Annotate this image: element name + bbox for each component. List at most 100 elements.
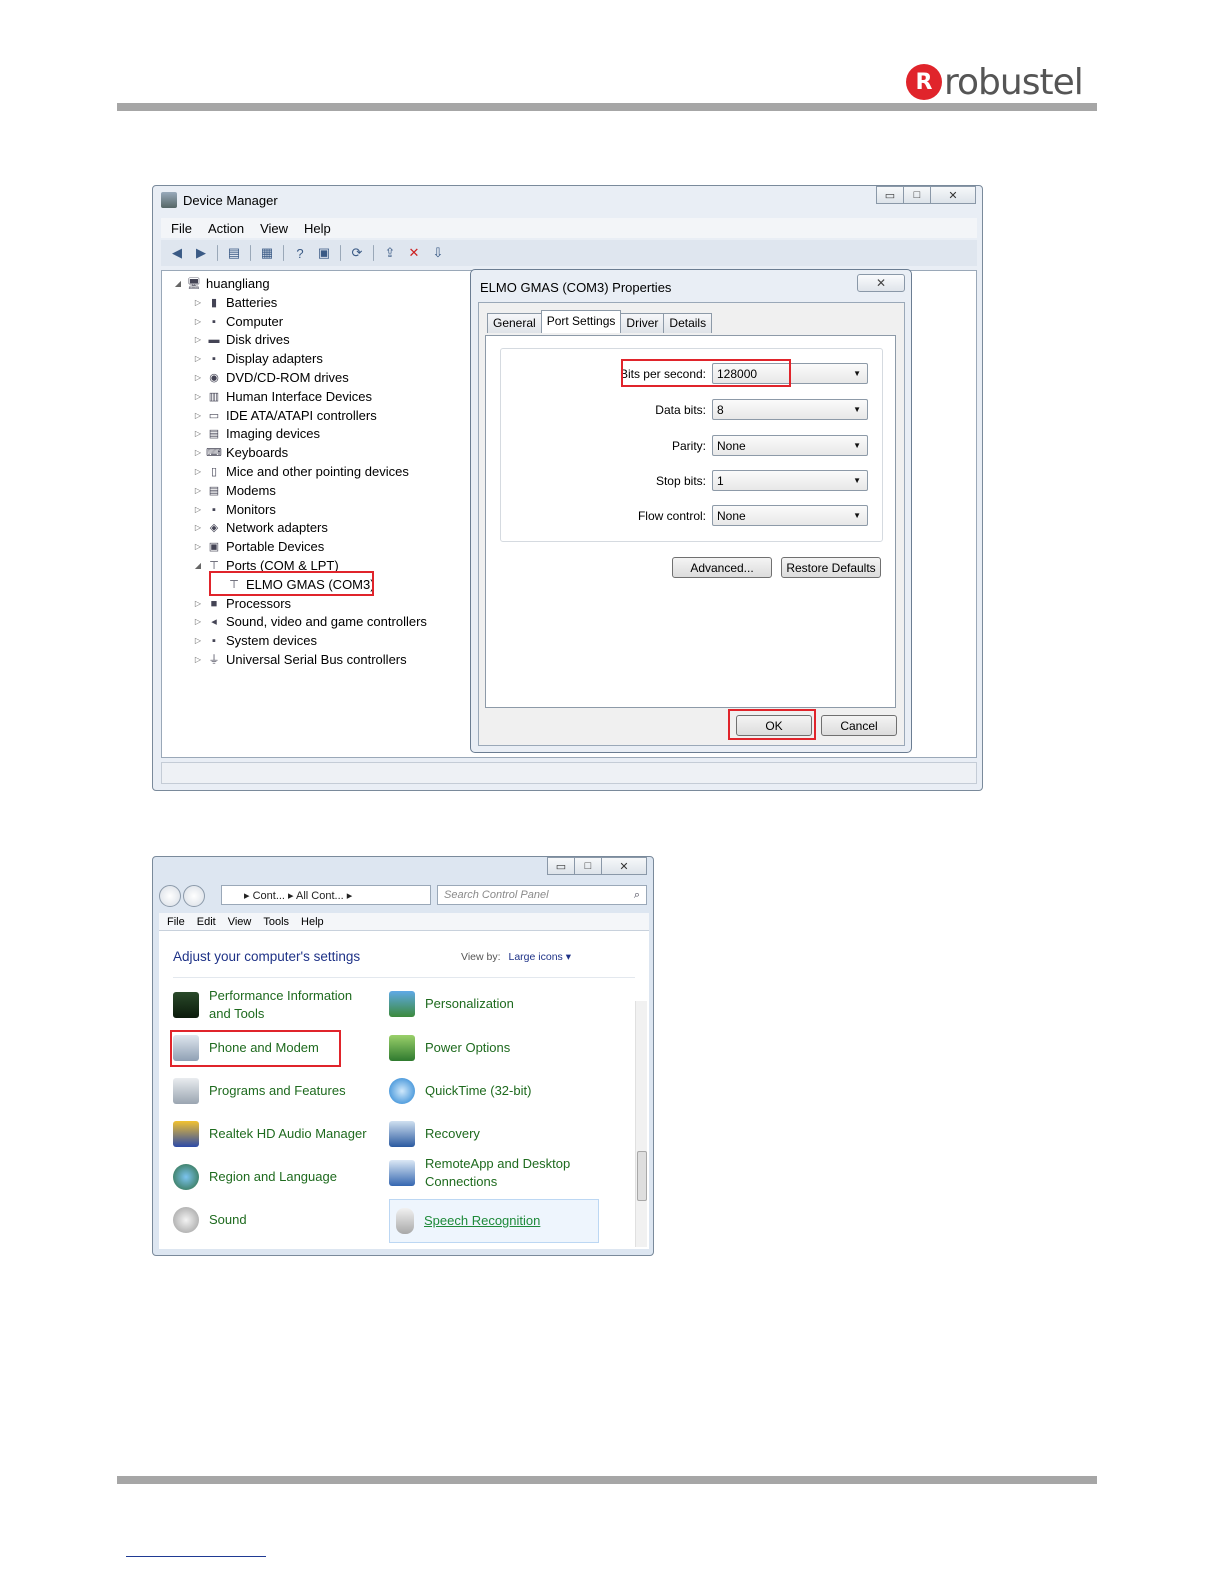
collapsed-arrow-icon[interactable]: ▷ (192, 425, 204, 444)
tree-item[interactable]: ▷ ▤ Modems (172, 482, 427, 501)
action-pane-icon[interactable]: ▣ (315, 245, 333, 261)
help-icon[interactable]: ? (291, 245, 309, 261)
item-quicktime[interactable]: QuickTime (32-bit) (389, 1078, 531, 1104)
tree-item[interactable]: ▷ ▤ Imaging devices (172, 425, 427, 444)
keyboard-icon: ⌨ (206, 447, 222, 460)
item-programs[interactable]: Programs and Features (173, 1078, 346, 1104)
parity-select[interactable]: None ▼ (712, 435, 868, 456)
item-performance[interactable]: Performance Information and Tools (173, 987, 373, 1023)
tree-item[interactable]: ▷ ▪ Monitors (172, 501, 427, 520)
menu-file[interactable]: File (167, 916, 185, 928)
item-speech-recognition[interactable]: Speech Recognition (389, 1199, 599, 1243)
collapsed-arrow-icon[interactable]: ▷ (192, 407, 204, 426)
back-button[interactable] (159, 885, 181, 907)
data-bits-select[interactable]: 8 ▼ (712, 399, 868, 420)
footer-rule (117, 1476, 1097, 1484)
collapsed-arrow-icon[interactable]: ▷ (192, 519, 204, 538)
tab-port-settings[interactable]: Port Settings (540, 310, 622, 333)
minimize-button[interactable]: ▭ (876, 186, 904, 204)
collapsed-arrow-icon[interactable]: ▷ (192, 501, 204, 520)
tab-general[interactable]: General (487, 313, 542, 333)
tree-item[interactable]: ▷ ◉ DVD/CD-ROM drives (172, 369, 427, 388)
collapsed-arrow-icon[interactable]: ▷ (192, 463, 204, 482)
item-sound[interactable]: Sound (173, 1207, 247, 1233)
collapsed-arrow-icon[interactable]: ▷ (192, 651, 204, 670)
imaging-device-icon: ▤ (208, 428, 220, 441)
maximize-button[interactable]: □ (903, 186, 931, 204)
expanded-arrow-icon[interactable]: ◢ (192, 557, 204, 576)
show-hide-tree-icon[interactable]: ▤ (225, 245, 243, 261)
tab-driver[interactable]: Driver (620, 313, 665, 333)
view-by-dropdown[interactable]: Large icons ▾ (509, 951, 571, 963)
item-region[interactable]: Region and Language (173, 1164, 337, 1190)
collapsed-arrow-icon[interactable]: ▷ (192, 294, 204, 313)
tree-item[interactable]: ▷ ▣ Portable Devices (172, 538, 427, 557)
item-realtek[interactable]: Realtek HD Audio Manager (173, 1121, 367, 1147)
collapsed-arrow-icon[interactable]: ▷ (192, 388, 204, 407)
menu-view[interactable]: View (260, 221, 288, 236)
highlight-elmo-gmas (209, 571, 374, 596)
search-input[interactable]: Search Control Panel ⌕ (437, 885, 647, 905)
tree-item[interactable]: ▷ ▬ Disk drives (172, 331, 427, 350)
forward-button[interactable] (183, 885, 205, 907)
menu-help[interactable]: Help (301, 916, 324, 928)
tree-item[interactable]: ▷ ▪ Display adapters (172, 350, 427, 369)
tree-item[interactable]: ▷ ▥ Human Interface Devices (172, 388, 427, 407)
forward-icon[interactable]: ▶ (192, 245, 210, 261)
collapsed-arrow-icon[interactable]: ▷ (192, 595, 204, 614)
tab-details[interactable]: Details (663, 313, 713, 333)
collapsed-arrow-icon[interactable]: ▷ (192, 482, 204, 501)
breadcrumb[interactable]: ▸ Cont... ▸ All Cont... ▸ (221, 885, 431, 905)
update-driver-icon[interactable]: ⇪ (381, 245, 399, 261)
scan-hardware-icon[interactable]: ⟳ (348, 245, 366, 261)
tree-item[interactable]: ▷ ▮ Batteries (172, 294, 427, 313)
menu-tools[interactable]: Tools (263, 916, 289, 928)
disable-icon[interactable]: ⇩ (429, 245, 447, 261)
menu-action[interactable]: Action (208, 221, 244, 236)
collapsed-arrow-icon[interactable]: ▷ (192, 444, 204, 463)
minimize-button[interactable]: ▭ (547, 857, 575, 875)
item-power-options[interactable]: Power Options (389, 1035, 510, 1061)
expanded-arrow-icon[interactable]: ◢ (172, 275, 184, 294)
collapsed-arrow-icon[interactable]: ▷ (192, 369, 204, 388)
item-recovery[interactable]: Recovery (389, 1121, 480, 1147)
tree-item[interactable]: ▷ ▪ Computer (172, 313, 427, 332)
advanced-button[interactable]: Advanced... (672, 557, 772, 578)
collapsed-arrow-icon[interactable]: ▷ (192, 313, 204, 332)
menu-view[interactable]: View (228, 916, 252, 928)
scrollbar[interactable] (635, 1001, 647, 1247)
tree-item[interactable]: ▷ ■ Processors (172, 595, 427, 614)
item-remoteapp[interactable]: RemoteApp and Desktop Connections (389, 1155, 579, 1191)
tree-item[interactable]: ▷ ◈ Network adapters (172, 519, 427, 538)
collapsed-arrow-icon[interactable]: ▷ (192, 538, 204, 557)
collapsed-arrow-icon[interactable]: ▷ (192, 632, 204, 651)
collapsed-arrow-icon[interactable]: ▷ (192, 350, 204, 369)
tree-item[interactable]: ▷ ⌨ Keyboards (172, 444, 427, 463)
menu-file[interactable]: File (171, 221, 192, 236)
stop-bits-select[interactable]: 1 ▼ (712, 470, 868, 491)
close-icon[interactable]: ✕ (857, 274, 905, 292)
properties-icon[interactable]: ▦ (258, 245, 276, 261)
tree-item[interactable]: ▷ ◂ Sound, video and game controllers (172, 613, 427, 632)
close-button[interactable]: ✕ (930, 186, 976, 204)
item-personalization[interactable]: Personalization (389, 991, 514, 1017)
tree-item[interactable]: ▷ ▭ IDE ATA/ATAPI controllers (172, 407, 427, 426)
cancel-button[interactable]: Cancel (821, 715, 897, 736)
collapsed-arrow-icon[interactable]: ▷ (192, 331, 204, 350)
audio-manager-icon (173, 1121, 199, 1147)
tree-item[interactable]: ▷ ⏚ Universal Serial Bus controllers (172, 651, 427, 670)
menu-edit[interactable]: Edit (197, 916, 216, 928)
collapsed-arrow-icon[interactable]: ▷ (192, 613, 204, 632)
tree-root[interactable]: ◢ 🖥 huangliang (172, 275, 427, 294)
tree-item[interactable]: ▷ ▪ System devices (172, 632, 427, 651)
uninstall-icon[interactable]: ✕ (405, 245, 423, 261)
system-device-icon: ▪ (212, 635, 216, 648)
restore-defaults-button[interactable]: Restore Defaults (781, 557, 881, 578)
back-icon[interactable]: ◀ (168, 245, 186, 261)
maximize-button[interactable]: □ (574, 857, 602, 875)
scroll-thumb[interactable] (637, 1151, 647, 1201)
menu-help[interactable]: Help (304, 221, 331, 236)
close-button[interactable]: ✕ (601, 857, 647, 875)
flow-control-select[interactable]: None ▼ (712, 505, 868, 526)
tree-item[interactable]: ▷ ▯ Mice and other pointing devices (172, 463, 427, 482)
